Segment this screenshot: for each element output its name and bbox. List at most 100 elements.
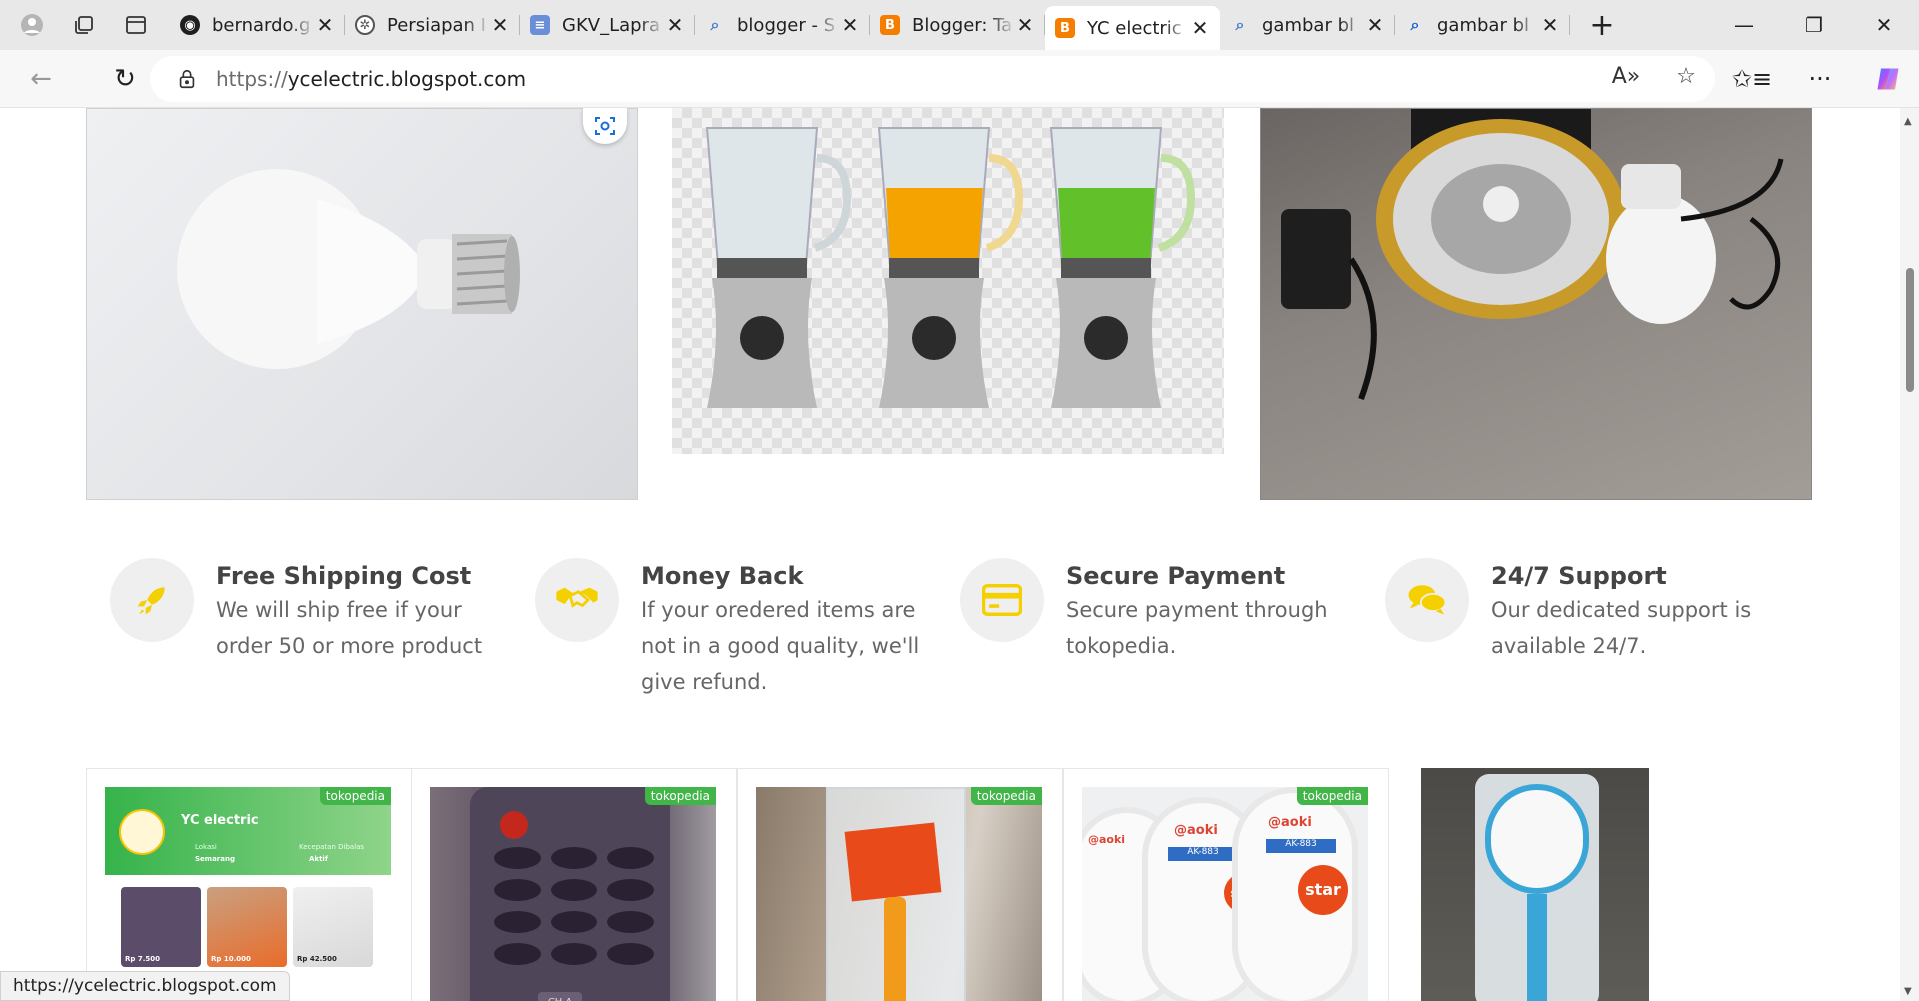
feature-title: Free Shipping Cost xyxy=(216,562,472,590)
blenders-illustration xyxy=(705,127,1196,408)
product-card-shop[interactable]: YC electric Lokasi Semarang Kecepatan Di… xyxy=(86,768,412,1001)
tokopedia-badge: tokopedia xyxy=(1296,787,1368,805)
feature-description: Secure payment through tokopedia. xyxy=(1066,598,1328,658)
product-card-remote[interactable]: CH.A tokopedia xyxy=(411,768,737,1001)
close-icon[interactable]: ✕ xyxy=(490,13,510,37)
tab-yc-electric[interactable]: B YC electric ✕ xyxy=(1045,6,1220,50)
profile-icon[interactable] xyxy=(12,5,52,45)
refresh-button[interactable]: ↻ xyxy=(102,56,148,102)
racket-model: AK-883 xyxy=(1168,847,1238,861)
url-host: ycelectric.blogspot.com xyxy=(287,67,527,91)
features-section: Free Shipping Cost We will ship free if … xyxy=(110,558,1830,700)
tab-title: gambar bl xyxy=(1262,14,1354,36)
rocket-icon xyxy=(110,558,194,642)
product-card-racket[interactable]: @aoki @aoki AK-883 star @aoki AK-883 sta… xyxy=(1063,768,1389,1001)
search-icon: ⌕ xyxy=(710,15,720,34)
racket-model: AK-883 xyxy=(1266,839,1336,853)
close-window-button[interactable]: ✕ xyxy=(1849,0,1919,50)
close-icon[interactable]: ✕ xyxy=(1540,13,1560,37)
back-button[interactable]: ← xyxy=(18,56,64,102)
tab-title: Persiapan I xyxy=(387,14,486,36)
favorite-star-icon[interactable]: ☆ xyxy=(1671,64,1701,89)
scroll-down-icon[interactable]: ▼ xyxy=(1904,986,1912,997)
product-image-lightbulb[interactable] xyxy=(86,108,638,500)
tokopedia-badge: tokopedia xyxy=(319,787,391,805)
chat-bubbles-icon xyxy=(1385,558,1469,642)
page-viewport: Free Shipping Cost We will ship free if … xyxy=(0,108,1900,1001)
shop-avatar xyxy=(119,809,165,855)
product-thumbnail-tester: tokopedia xyxy=(756,787,1042,1001)
feature-free-shipping: Free Shipping Cost We will ship free if … xyxy=(110,558,535,700)
feature-title: 24/7 Support xyxy=(1491,562,1667,590)
tab-chatgpt[interactable]: ✲ Persiapan I ✕ xyxy=(345,5,520,45)
racket-handle xyxy=(1527,894,1547,1001)
feature-support: 24/7 Support Our dedicated support is av… xyxy=(1385,558,1810,700)
feature-secure-payment: Secure Payment Secure payment through to… xyxy=(960,558,1385,700)
product-image-racket-photo[interactable] xyxy=(1421,768,1649,1001)
workspaces-icon[interactable] xyxy=(64,5,104,45)
racket-tag: star xyxy=(1298,865,1348,915)
product-image-blenders[interactable] xyxy=(672,108,1224,454)
tester-handle xyxy=(884,897,906,1001)
tab-strip: ◉ bernardo.g ✕ ✲ Persiapan I ✕ ≡ GKV_Lap… xyxy=(170,0,1622,50)
price-label: Rp 42.500 xyxy=(297,955,337,963)
product-card-tester[interactable]: tokopedia xyxy=(737,768,1063,1001)
tab-search-gambar-1[interactable]: ⌕ gambar bl ✕ xyxy=(1220,5,1395,45)
product-thumbnail-remote: CH.A tokopedia xyxy=(430,787,716,1001)
window-controls: — ❐ ✕ xyxy=(1709,0,1919,50)
tab-github[interactable]: ◉ bernardo.g ✕ xyxy=(170,5,345,45)
remote-channel-label: CH.A xyxy=(538,992,582,1001)
racket-graphic: @aoki AK-883 star xyxy=(1232,787,1358,1001)
product-grid: YC electric Lokasi Semarang Kecepatan Di… xyxy=(86,768,1649,1001)
blogger-icon: B xyxy=(1055,18,1075,38)
lock-icon[interactable] xyxy=(176,68,198,90)
feature-title: Money Back xyxy=(641,562,804,590)
chatgpt-icon: ✲ xyxy=(355,15,375,35)
mini-product-remote: Rp 7.500 xyxy=(121,887,201,967)
racket-brand: @aoki xyxy=(1174,823,1218,838)
scroll-up-icon[interactable]: ▲ xyxy=(1904,116,1912,127)
github-icon: ◉ xyxy=(180,15,200,35)
close-icon[interactable]: ✕ xyxy=(1015,13,1035,37)
url-field[interactable]: https://ycelectric.blogspot.com A» ☆ xyxy=(150,56,1715,102)
read-aloud-icon[interactable]: A» xyxy=(1611,64,1641,89)
close-icon[interactable]: ✕ xyxy=(315,13,335,37)
page-scrollbar[interactable]: ▲ ▼ xyxy=(1900,108,1919,1001)
tab-title: YC electric xyxy=(1087,17,1182,39)
credit-card-icon xyxy=(960,558,1044,642)
new-tab-button[interactable]: + xyxy=(1582,5,1622,45)
search-icon: ⌕ xyxy=(1235,15,1245,34)
product-image-headlamp[interactable] xyxy=(1260,108,1812,500)
close-icon[interactable]: ✕ xyxy=(1365,13,1385,37)
tab-docs[interactable]: ≡ GKV_Lapra ✕ xyxy=(520,5,695,45)
tab-blogger[interactable]: B Blogger: Ta ✕ xyxy=(870,5,1045,45)
tab-bar: ◉ bernardo.g ✕ ✲ Persiapan I ✕ ≡ GKV_Lap… xyxy=(0,0,1919,50)
close-icon[interactable]: ✕ xyxy=(665,13,685,37)
status-url-tooltip: https://ycelectric.blogspot.com xyxy=(0,971,290,1001)
favorites-icon[interactable]: ✩≡ xyxy=(1731,58,1773,100)
product-thumbnail-shop: YC electric Lokasi Semarang Kecepatan Di… xyxy=(105,787,391,1001)
more-menu-icon[interactable]: ··· xyxy=(1799,58,1841,100)
tab-search-blogger[interactable]: ⌕ blogger - S ✕ xyxy=(695,5,870,45)
copilot-icon[interactable] xyxy=(1867,58,1909,100)
mini-product-racket: Rp 42.500 xyxy=(293,887,373,967)
shop-location-label: Lokasi xyxy=(195,843,217,851)
feature-description: We will ship free if your order 50 or mo… xyxy=(216,598,483,658)
minimize-button[interactable]: — xyxy=(1709,0,1779,50)
address-bar: ← ↻ https://ycelectric.blogspot.com A» ☆… xyxy=(0,50,1919,108)
search-icon: ⌕ xyxy=(1410,15,1420,34)
blogger-icon: B xyxy=(880,15,900,35)
power-button-graphic xyxy=(500,811,528,839)
keypad-graphic xyxy=(494,847,654,965)
restore-button[interactable]: ❐ xyxy=(1779,0,1849,50)
shop-speed: Aktif xyxy=(309,855,328,863)
close-icon[interactable]: ✕ xyxy=(840,13,860,37)
tab-search-gambar-2[interactable]: ⌕ gambar bl ✕ xyxy=(1395,5,1570,45)
racket-package xyxy=(1475,774,1599,1001)
url-protocol: https:// xyxy=(216,67,288,91)
tab-title: GKV_Lapra xyxy=(562,14,660,36)
scrollbar-thumb[interactable] xyxy=(1906,268,1914,392)
tab-actions-icon[interactable] xyxy=(116,5,156,45)
lightbulb-illustration xyxy=(177,169,520,369)
close-icon[interactable]: ✕ xyxy=(1190,16,1210,40)
